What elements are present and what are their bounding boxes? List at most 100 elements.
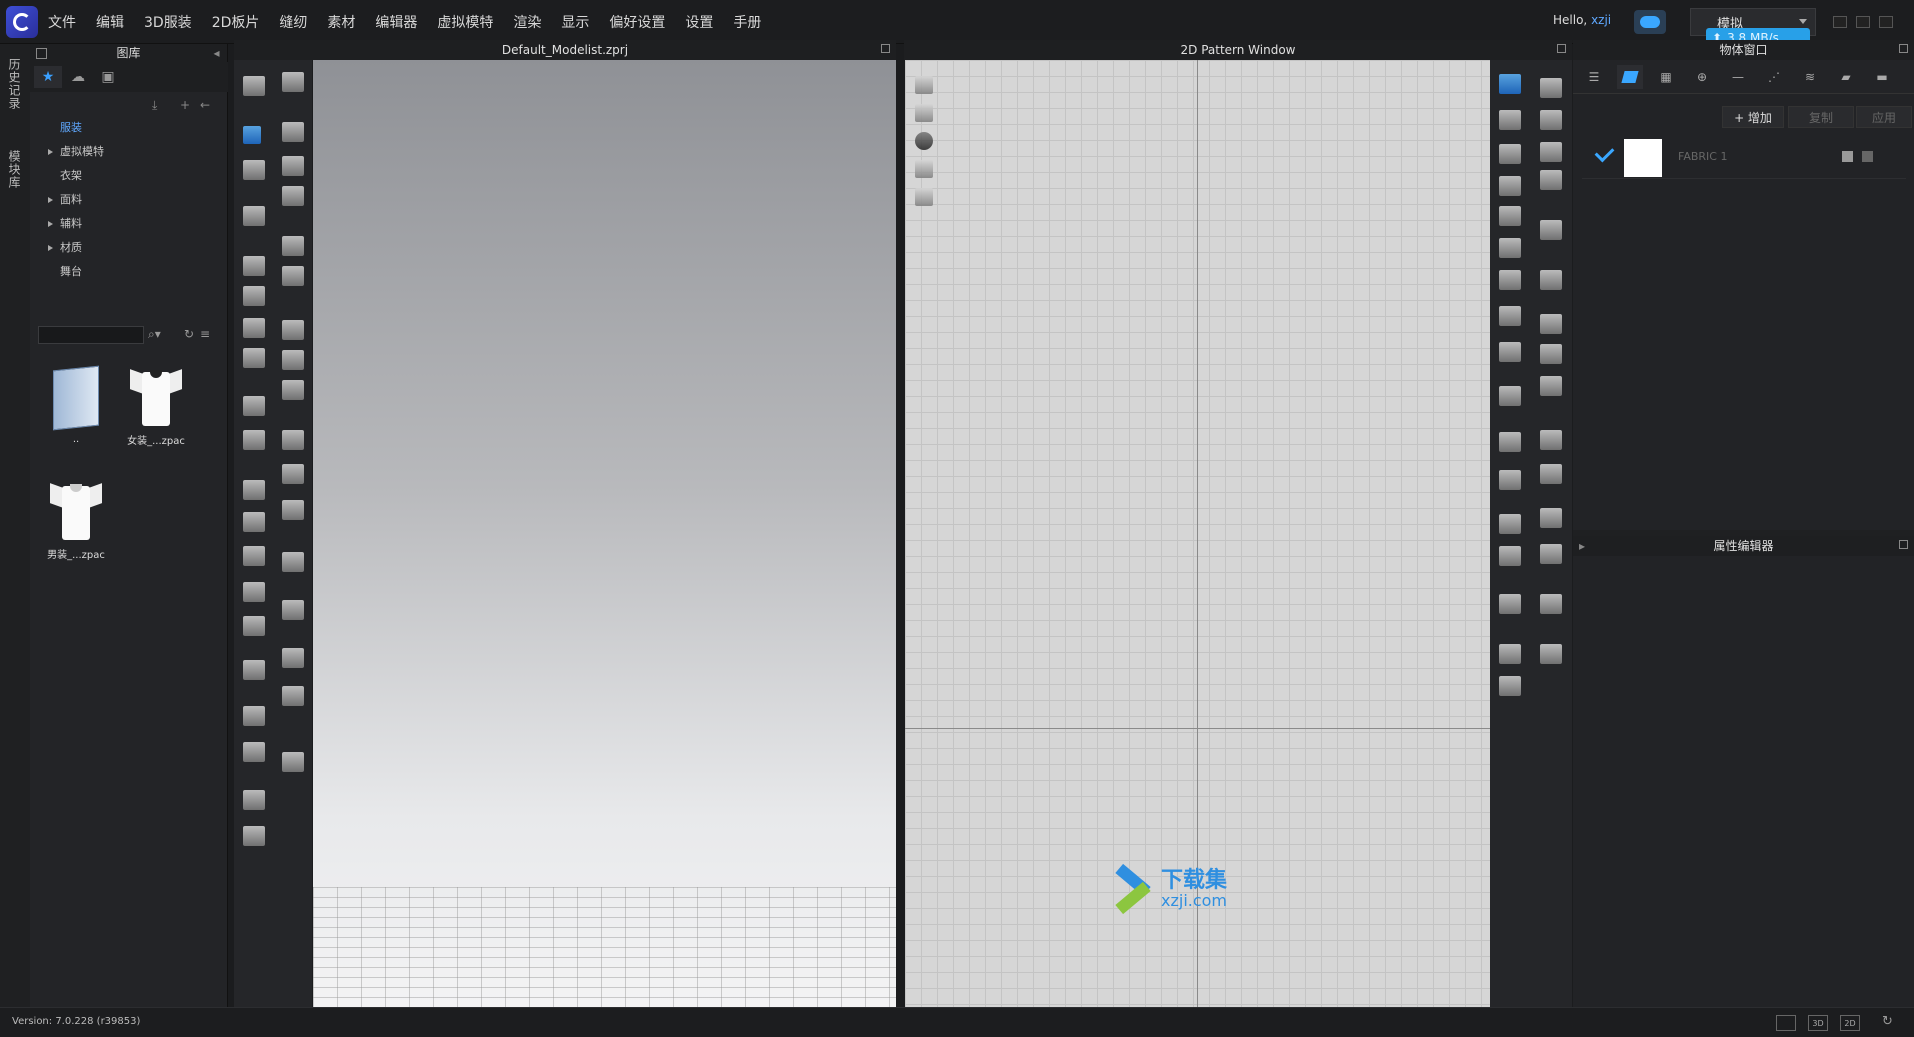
stitch-edit-icon[interactable]: [1540, 508, 1562, 528]
jacket-icon[interactable]: [1540, 270, 1562, 290]
free-sew-icon[interactable]: [1499, 470, 1521, 490]
puckering-icon[interactable]: [1540, 594, 1562, 614]
menu-render[interactable]: 渲染: [513, 12, 541, 32]
menu-manual[interactable]: 手册: [733, 12, 761, 32]
menu-file[interactable]: 文件: [48, 12, 76, 32]
tree-item-fabric[interactable]: 面料: [30, 188, 228, 212]
menu-preferences[interactable]: 偏好设置: [609, 12, 665, 32]
pattern-icon[interactable]: [243, 480, 265, 500]
tab-zipper[interactable]: ▬: [1869, 65, 1895, 89]
shirt-back-icon[interactable]: [243, 826, 265, 846]
tab-buttonhole[interactable]: —: [1725, 65, 1751, 89]
collapse-icon[interactable]: ◂: [212, 44, 221, 60]
tree-item-avatar[interactable]: 虚拟模特: [30, 140, 228, 164]
cut-icon[interactable]: [282, 236, 304, 256]
ruler-icon[interactable]: [243, 742, 265, 762]
2d-view-pattern-icon[interactable]: [915, 76, 933, 94]
list-view-icon[interactable]: ≡: [200, 327, 210, 341]
rectangle-icon[interactable]: [1499, 176, 1521, 196]
hanger-icon[interactable]: [243, 660, 265, 680]
maximize-button[interactable]: [1856, 16, 1870, 28]
sewing-icon[interactable]: [282, 122, 304, 142]
tab-button[interactable]: ⊕: [1689, 65, 1715, 89]
texture-icon[interactable]: [282, 320, 304, 340]
tab-topstitch[interactable]: ⋰: [1761, 65, 1787, 89]
undock-icon[interactable]: [1557, 44, 1566, 53]
avatar-fit-icon[interactable]: [1499, 644, 1521, 664]
fabric-delete-icon[interactable]: [1862, 151, 1873, 162]
menu-settings[interactable]: 设置: [685, 12, 713, 32]
tab-scene[interactable]: ☰: [1581, 65, 1607, 89]
favorites-tab[interactable]: ★: [34, 66, 62, 88]
menu-edit[interactable]: 编辑: [96, 12, 124, 32]
polygon-icon[interactable]: [1499, 144, 1521, 164]
table-icon[interactable]: [1540, 644, 1562, 664]
layout-single-button[interactable]: [1776, 1015, 1796, 1031]
tab-puckering[interactable]: ≋: [1797, 65, 1823, 89]
trim-icon[interactable]: [243, 706, 265, 726]
library-item-womens[interactable]: 女装_...zpac: [116, 366, 196, 447]
tree-item-stage[interactable]: 舞台: [30, 260, 228, 284]
2d-view-fabric-icon[interactable]: [915, 160, 933, 178]
buttonhole-icon[interactable]: [282, 464, 304, 484]
notch-icon[interactable]: [1499, 342, 1521, 362]
add-icon[interactable]: +: [180, 98, 190, 112]
apply-fabric-button[interactable]: 应用: [1856, 106, 1912, 128]
garment-fit-icon[interactable]: [243, 206, 265, 226]
align-icon[interactable]: [282, 752, 304, 772]
pen-icon[interactable]: [243, 396, 265, 416]
internal-rect-icon[interactable]: [1499, 238, 1521, 258]
trace-icon[interactable]: [1499, 306, 1521, 326]
pants-icon[interactable]: [243, 582, 265, 602]
menu-sewing[interactable]: 缝纫: [279, 12, 307, 32]
stitch-icon[interactable]: [282, 186, 304, 206]
tree-item-trims[interactable]: 辅料: [30, 212, 228, 236]
seam-allowance-icon[interactable]: [1540, 78, 1562, 98]
info-icon[interactable]: [915, 132, 933, 150]
fold-arrange-icon[interactable]: [1499, 386, 1521, 406]
store-tab[interactable]: ▣: [94, 66, 122, 88]
text-icon[interactable]: [1499, 514, 1521, 534]
trim-place-icon[interactable]: [282, 648, 304, 668]
grid-fabric-icon[interactable]: [282, 380, 304, 400]
tab-fabric[interactable]: [1617, 65, 1643, 89]
edit-pattern-icon[interactable]: [1499, 74, 1521, 94]
fabric-pattern-icon[interactable]: [282, 350, 304, 370]
tree-item-material[interactable]: 材质: [30, 236, 228, 260]
cloud-tab[interactable]: ☁: [64, 66, 92, 88]
steam-icon[interactable]: [243, 318, 265, 338]
measure-icon[interactable]: [243, 286, 265, 306]
undock-icon[interactable]: [1899, 540, 1908, 549]
line-icon[interactable]: [1540, 430, 1562, 450]
undock-icon[interactable]: [1899, 44, 1908, 53]
menu-editor[interactable]: 编辑器: [375, 12, 417, 32]
expand-arrow-icon[interactable]: ▸: [1579, 536, 1585, 556]
tuck-icon[interactable]: [1540, 170, 1562, 190]
minimize-button[interactable]: [1833, 16, 1847, 28]
search-icon[interactable]: ⌕▾: [148, 327, 161, 342]
text-style-icon[interactable]: [1499, 546, 1521, 566]
checker-icon[interactable]: [1540, 376, 1562, 396]
transform-pattern-icon[interactable]: [1499, 110, 1521, 130]
fabric-list-item[interactable]: FABRIC 1: [1582, 135, 1906, 179]
needle-icon[interactable]: [282, 156, 304, 176]
2d-view-trim-icon[interactable]: [915, 188, 933, 206]
menu-avatar[interactable]: 虚拟模特: [437, 12, 493, 32]
segment-sew-icon[interactable]: [1499, 432, 1521, 452]
tab-modular-library[interactable]: 模块库: [6, 150, 23, 189]
print-layout-icon[interactable]: [1540, 344, 1562, 364]
expand-arrow-icon[interactable]: [48, 221, 53, 227]
fabric-color-icon[interactable]: [1842, 151, 1853, 162]
pose-icon[interactable]: [1499, 676, 1521, 696]
tree-item-garment[interactable]: 服装: [30, 116, 228, 140]
menu-2d-pattern[interactable]: 2D板片: [212, 12, 260, 32]
cloud-sync-button[interactable]: [1634, 10, 1666, 34]
graphic-icon[interactable]: [282, 552, 304, 572]
shirt-front-icon[interactable]: [243, 790, 265, 810]
grading-icon[interactable]: [1499, 594, 1521, 614]
select-move-icon[interactable]: [243, 76, 265, 96]
layout-3d-button[interactable]: 3D: [1808, 1015, 1828, 1031]
tab-graphic[interactable]: ▦: [1653, 65, 1679, 89]
edit-sew-icon[interactable]: [1540, 142, 1562, 162]
close-button[interactable]: [1879, 16, 1893, 28]
